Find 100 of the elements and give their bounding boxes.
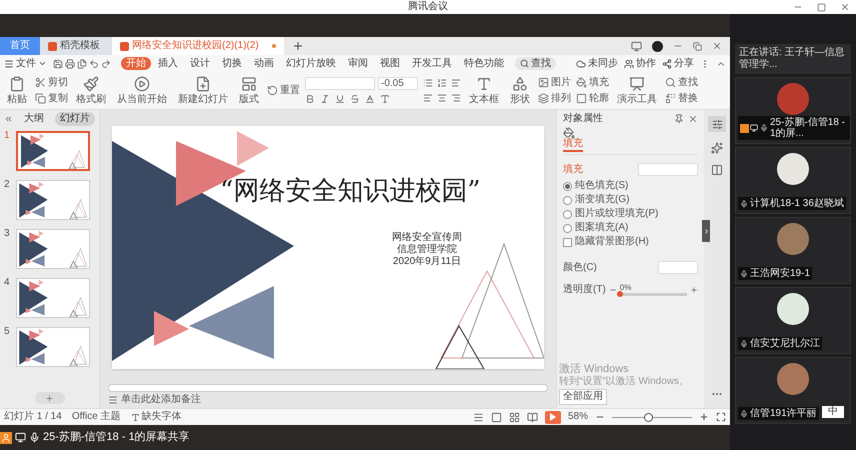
align-center-icon[interactable] [437, 93, 447, 103]
file-menu[interactable]: 文件 [4, 58, 51, 68]
input-method-bar[interactable]: 中 [822, 406, 844, 418]
checkbox[interactable] [563, 238, 572, 246]
cloud-action[interactable]: 未同步 [576, 58, 618, 68]
text-style-icon[interactable] [380, 94, 390, 104]
outline-button[interactable]: 轮廓 [576, 93, 609, 104]
save-icon[interactable] [53, 58, 63, 68]
avatar-icon[interactable] [652, 40, 663, 52]
notes-placeholder[interactable]: 单击此处添加备注 [121, 395, 201, 405]
ribbon-tab[interactable]: 设计 [185, 57, 215, 70]
cut-button[interactable]: 剪切 [35, 77, 68, 88]
slide-thumbnail[interactable] [16, 131, 90, 171]
presentation-tools-button[interactable]: 演示工具 [614, 76, 660, 105]
ribbon-tab[interactable]: 特色功能 [459, 57, 509, 70]
print-icon[interactable] [65, 58, 75, 68]
radio-button[interactable] [563, 182, 572, 190]
missing-fonts-button[interactable]: 缺失字体 [130, 412, 182, 422]
apply-all-button[interactable]: 全部应用 [559, 389, 607, 405]
ribbon-tab[interactable]: 切换 [217, 57, 247, 70]
close-icon[interactable] [840, 2, 850, 12]
bold-icon[interactable] [305, 94, 315, 104]
zoom-in-icon[interactable] [699, 412, 709, 422]
participant-tile[interactable]: 计算机18-1 36赵晓斌 [735, 147, 851, 214]
pin-icon[interactable] [674, 114, 684, 124]
font-size-field[interactable]: -0.05 [378, 77, 418, 90]
maximize-icon[interactable] [817, 2, 826, 12]
bullets-icon[interactable] [423, 78, 433, 88]
strikethrough-icon[interactable] [350, 94, 360, 104]
cloud-action[interactable]: 协作 [624, 58, 656, 68]
ribbon-tab[interactable]: 视图 [375, 57, 405, 70]
radio-button[interactable] [563, 196, 572, 204]
participant-tile[interactable]: 25-苏鹏-信管18 - 1的屏... [735, 77, 851, 144]
sorter-view-icon[interactable] [508, 412, 520, 422]
undo-icon[interactable] [89, 58, 99, 68]
play-from-current-button[interactable]: 从当前开始 [114, 76, 170, 105]
shape-button[interactable]: 形状 [507, 76, 533, 105]
fit-window-icon[interactable] [716, 412, 726, 422]
fill-button[interactable]: 填充 [576, 77, 609, 88]
play-button[interactable] [544, 410, 561, 424]
paste-button[interactable]: 粘贴 [4, 76, 30, 105]
font-color-icon[interactable] [365, 94, 375, 104]
layout-button[interactable]: 版式 [236, 76, 262, 105]
search-button[interactable]: 查找 [515, 57, 556, 70]
participant-tile[interactable]: 信安艾尼扎尔江 [735, 287, 851, 354]
expand-handle[interactable] [702, 220, 710, 242]
preview-icon[interactable] [77, 58, 87, 68]
reset-button[interactable]: 重置 [267, 85, 300, 96]
participant-tile[interactable]: 王浩网安19-1 [735, 217, 851, 284]
panel-tab[interactable]: 大纲 [19, 112, 49, 126]
ribbon-tab[interactable]: 开发工具 [407, 57, 457, 70]
zoom-reading[interactable]: 58% [568, 412, 588, 422]
document-tab[interactable]: 网络安全知识进校园(2)(1)(2) [112, 37, 284, 55]
participant-tile[interactable]: 信管191许平丽 中 [735, 357, 851, 424]
ribbon-tab[interactable]: 幻灯片放映 [281, 57, 341, 70]
close-icon[interactable] [712, 41, 722, 51]
indent-icon[interactable] [451, 78, 461, 88]
slider-thumb[interactable] [616, 291, 623, 297]
radio-button[interactable] [563, 224, 572, 232]
text-box-button[interactable]: 文本框 [466, 76, 502, 105]
ribbon-tab[interactable]: 插入 [153, 57, 183, 70]
restore-icon[interactable] [693, 42, 702, 50]
new-slide-button[interactable]: 新建幻灯片 [175, 76, 231, 105]
zoom-thumb[interactable] [644, 412, 653, 422]
picture-button[interactable]: 图片 [538, 77, 571, 88]
animation-icon[interactable] [711, 142, 723, 154]
copy-button[interactable]: 复制 [35, 93, 68, 104]
ribbon-tab[interactable]: 审阅 [343, 57, 373, 70]
underline-icon[interactable] [335, 94, 345, 104]
find-button[interactable]: 查找 [665, 77, 698, 88]
align-right-icon[interactable] [451, 93, 461, 103]
slide-thumbnail[interactable] [16, 278, 90, 318]
font-name-field[interactable] [305, 77, 375, 90]
numbering-icon[interactable] [437, 78, 447, 88]
properties-tool-button[interactable] [708, 116, 726, 132]
horizontal-scrollbar[interactable] [108, 384, 548, 392]
increase-icon[interactable] [690, 286, 698, 294]
ribbon-tab[interactable]: 动画 [249, 57, 279, 70]
slide-thumbnail[interactable] [16, 229, 90, 269]
notes-toggle-icon[interactable] [472, 412, 484, 422]
panel-tab[interactable]: 幻灯片 [55, 112, 95, 126]
reading-view-icon[interactable] [526, 412, 538, 422]
collapse-panel-icon[interactable] [4, 114, 13, 124]
close-icon[interactable] [688, 114, 698, 124]
normal-view-icon[interactable] [490, 412, 502, 422]
transition-icon[interactable] [711, 164, 723, 176]
radio-button[interactable] [563, 210, 572, 218]
color-dropdown[interactable] [658, 261, 698, 274]
arrange-button[interactable]: 排列 [538, 93, 571, 104]
replace-button[interactable]: 替换 [665, 93, 698, 104]
italic-icon[interactable] [320, 94, 330, 104]
document-tab[interactable]: 稻壳模板 [40, 37, 112, 55]
screen-icon[interactable] [631, 40, 642, 52]
slide-thumbnail[interactable] [16, 327, 90, 367]
add-slide-button[interactable] [34, 392, 64, 404]
cloud-action[interactable]: 分享 [662, 58, 694, 68]
redo-icon[interactable] [101, 58, 111, 68]
new-tab-icon[interactable] [292, 40, 304, 52]
format-painter-button[interactable]: 格式刷 [73, 76, 109, 105]
slide-thumbnail[interactable] [16, 180, 90, 220]
